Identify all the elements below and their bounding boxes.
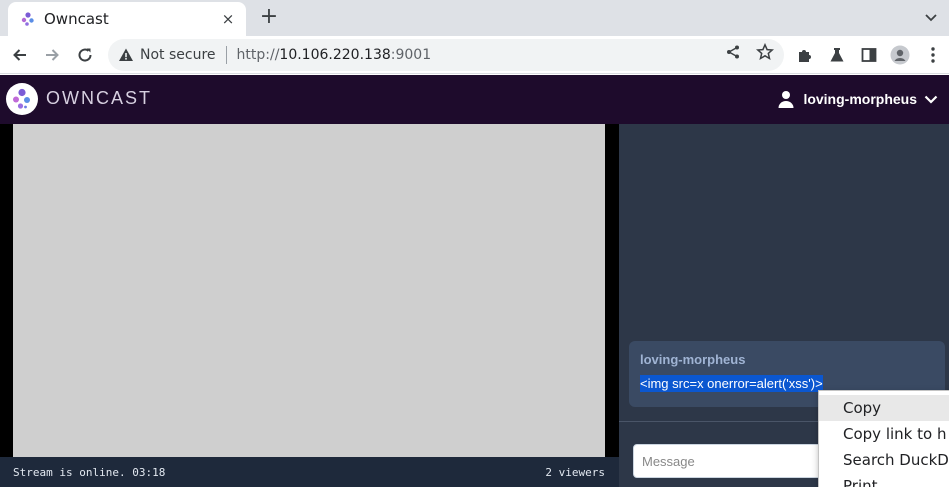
url-host: 10.106.220.138	[279, 47, 391, 63]
context-menu-search[interactable]: Search DuckD	[819, 447, 949, 473]
back-icon[interactable]	[8, 43, 32, 67]
user-name: loving-morpheus	[803, 91, 917, 107]
tab-search-chevron-icon[interactable]	[923, 9, 939, 25]
chevron-down-icon	[923, 91, 939, 107]
context-menu-copy[interactable]: Copy	[819, 395, 949, 421]
reload-icon[interactable]	[73, 43, 97, 67]
tab-close-icon[interactable]: ×	[220, 11, 236, 27]
chat-message-body[interactable]: <img src=x onerror=alert('xss')>	[640, 375, 934, 392]
new-tab-button[interactable]: +	[258, 6, 280, 28]
url-port: :9001	[390, 47, 432, 63]
labs-flask-icon[interactable]	[827, 45, 847, 65]
profile-icon[interactable]	[890, 45, 910, 65]
address-bar[interactable]: Not secure http://10.106.220.138:9001	[108, 39, 784, 71]
bookmark-star-icon[interactable]	[756, 43, 774, 61]
security-label: Not secure	[140, 47, 216, 63]
context-menu-copy-link[interactable]: Copy link to h	[819, 421, 949, 447]
site-title: OWNCAST	[46, 88, 152, 108]
warning-icon[interactable]	[118, 47, 134, 63]
viewer-count: 2 viewers	[545, 465, 605, 479]
video-player[interactable]	[0, 124, 619, 457]
browser-toolbar: Not secure http://10.106.220.138:9001	[0, 36, 949, 74]
owncast-favicon-icon	[20, 11, 36, 27]
context-menu-print[interactable]: Print	[819, 473, 949, 487]
browser-tab[interactable]: Owncast ×	[8, 2, 246, 36]
url-scheme: http://	[236, 47, 280, 63]
side-panel-icon[interactable]	[859, 45, 879, 65]
url-text: http://10.106.220.138:9001	[237, 47, 432, 63]
stream-status: Stream is online. 03:18	[13, 465, 166, 479]
user-icon	[777, 90, 795, 108]
tab-strip: Owncast × +	[0, 0, 949, 36]
extensions-icon[interactable]	[795, 45, 815, 65]
owncast-logo-icon[interactable]	[6, 83, 38, 115]
selected-text[interactable]: <img src=x onerror=alert('xss')>	[640, 375, 823, 392]
chat-message-author: loving-morpheus	[640, 352, 746, 367]
forward-icon[interactable]	[40, 43, 64, 67]
context-menu: Copy Copy link to h Search DuckD Print	[818, 390, 949, 487]
user-menu[interactable]: loving-morpheus	[777, 87, 939, 111]
stream-status-bar: Stream is online. 03:18 2 viewers	[0, 457, 619, 487]
omnibox-divider	[225, 46, 227, 64]
video-frame[interactable]	[13, 124, 605, 457]
share-icon[interactable]	[724, 43, 742, 61]
more-menu-icon[interactable]	[923, 45, 943, 65]
tab-title: Owncast	[44, 10, 109, 28]
site-header: OWNCAST loving-morpheus	[0, 75, 949, 124]
